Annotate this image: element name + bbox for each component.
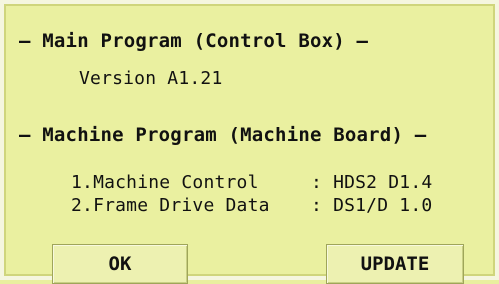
update-button[interactable]: UPDATE [326, 244, 464, 284]
machine-program-header: — Machine Program (Machine Board) — [19, 124, 427, 146]
main-program-version: Version A1.21 [79, 68, 223, 89]
version-info-screen: — Main Program (Control Box) — Version A… [0, 0, 499, 284]
ok-button[interactable]: OK [52, 244, 188, 284]
frame-drive-data-value: : DS1/D 1.0 [311, 195, 433, 216]
frame-drive-data-label: 2.Frame Drive Data [71, 195, 270, 216]
machine-control-value: : HDS2 D1.4 [311, 172, 433, 193]
main-program-header: — Main Program (Control Box) — [19, 30, 369, 52]
machine-control-label: 1.Machine Control [71, 172, 259, 193]
